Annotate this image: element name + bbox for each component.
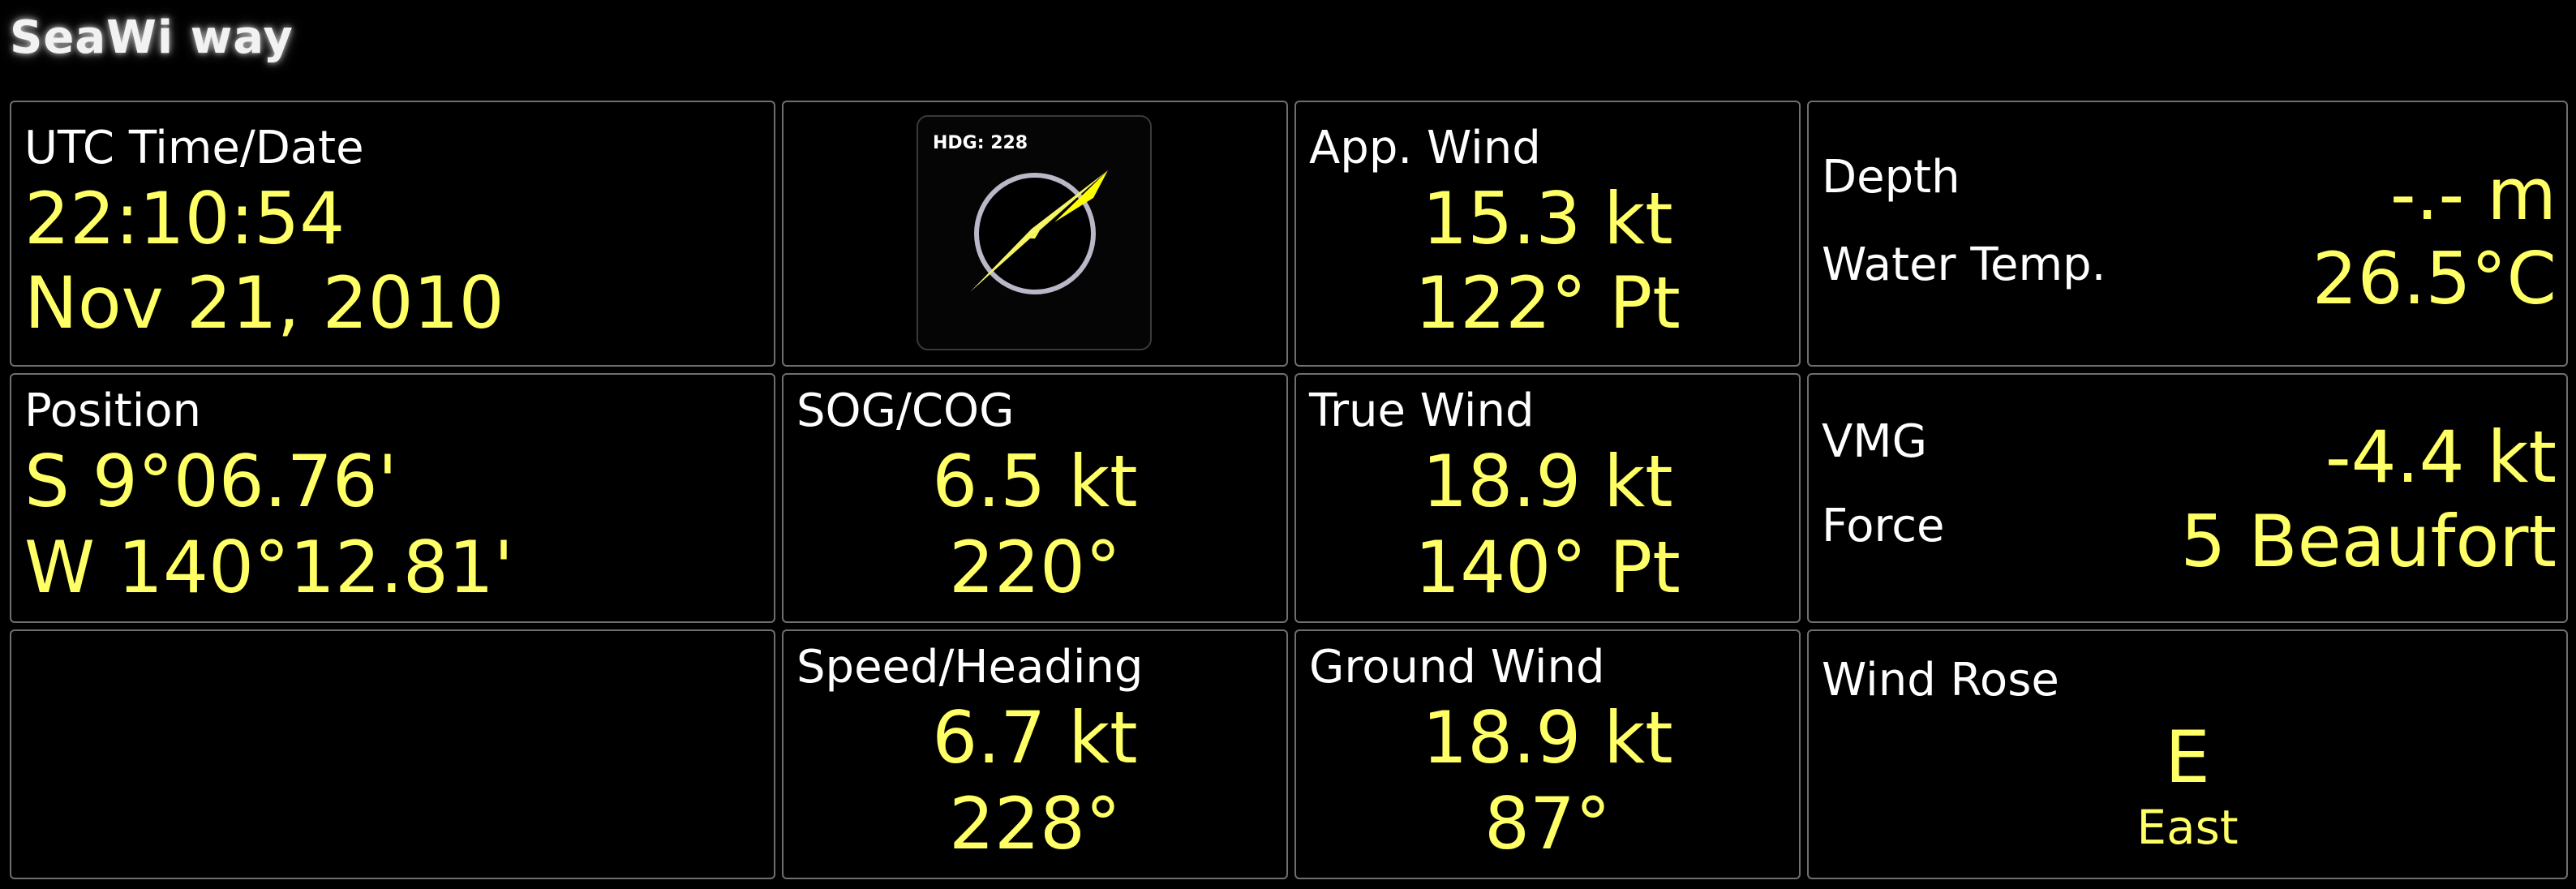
water-temp-label: Water Temp. (1822, 238, 2106, 291)
water-temp-value: 26.5°C (2312, 237, 2557, 320)
wind-rose-abbr: E (2165, 715, 2210, 799)
compass-panel[interactable]: HDG: 228 (782, 101, 1288, 367)
app-title: SeaWi way (10, 11, 294, 64)
position-label: Position (24, 384, 202, 437)
cog-value: 220° (949, 526, 1121, 609)
vmg-value: -4.4 kt (2325, 415, 2557, 499)
sog-cog-panel[interactable]: SOG/COG 6.5 kt 220° (782, 373, 1288, 623)
wind-rose-panel[interactable]: Wind Rose E East (1807, 629, 2568, 879)
ground-wind-label: Ground Wind (1309, 641, 1605, 694)
apparent-wind-speed: 15.3 kt (1422, 177, 1673, 260)
vmg-force-panel[interactable]: VMG -4.4 kt Force 5 Beaufort (1807, 373, 2568, 623)
sog-cog-label: SOG/COG (796, 384, 1015, 437)
ground-wind-speed: 18.9 kt (1422, 696, 1673, 779)
apparent-wind-angle: 122° Pt (1415, 261, 1681, 345)
utc-date-value: Nov 21, 2010 (24, 261, 504, 345)
depth-value: -.- m (2389, 152, 2557, 236)
speed-heading-panel[interactable]: Speed/Heading 6.7 kt 228° (782, 629, 1288, 879)
position-panel[interactable]: Position S 9°06.76' W 140°12.81' (10, 373, 775, 623)
true-wind-label: True Wind (1309, 384, 1535, 437)
heading-value: 228° (949, 782, 1121, 865)
depth-label: Depth (1822, 151, 1960, 204)
apparent-wind-panel[interactable]: App. Wind 15.3 kt 122° Pt (1294, 101, 1801, 367)
utc-time-date-label: UTC Time/Date (24, 122, 364, 174)
wind-rose-name: East (2136, 800, 2239, 855)
longitude-value: W 140°12.81' (24, 526, 514, 609)
empty-panel (10, 629, 775, 879)
depth-temp-panel[interactable]: Depth -.- m Water Temp. 26.5°C (1807, 101, 2568, 367)
ground-wind-panel[interactable]: Ground Wind 18.9 kt 87° (1294, 629, 1801, 879)
speed-heading-label: Speed/Heading (796, 641, 1144, 694)
true-wind-angle: 140° Pt (1415, 526, 1681, 609)
compass-widget: HDG: 228 (917, 115, 1152, 350)
true-wind-panel[interactable]: True Wind 18.9 kt 140° Pt (1294, 373, 1801, 623)
wind-rose-label: Wind Rose (1822, 654, 2059, 706)
force-label: Force (1822, 500, 1945, 552)
latitude-value: S 9°06.76' (24, 440, 397, 523)
sog-value: 6.5 kt (932, 440, 1138, 523)
compass-needle-icon (970, 170, 1108, 294)
utc-time-value: 22:10:54 (24, 177, 346, 260)
speed-value: 6.7 kt (932, 696, 1138, 779)
vmg-label: VMG (1822, 415, 1928, 468)
force-value: 5 Beaufort (2180, 500, 2557, 583)
instrument-grid: UTC Time/Date 22:10:54 Nov 21, 2010 HDG:… (10, 101, 2568, 879)
utc-time-date-panel[interactable]: UTC Time/Date 22:10:54 Nov 21, 2010 (10, 101, 775, 367)
ground-wind-direction: 87° (1484, 782, 1611, 865)
apparent-wind-label: App. Wind (1309, 122, 1541, 174)
true-wind-speed: 18.9 kt (1422, 440, 1673, 523)
